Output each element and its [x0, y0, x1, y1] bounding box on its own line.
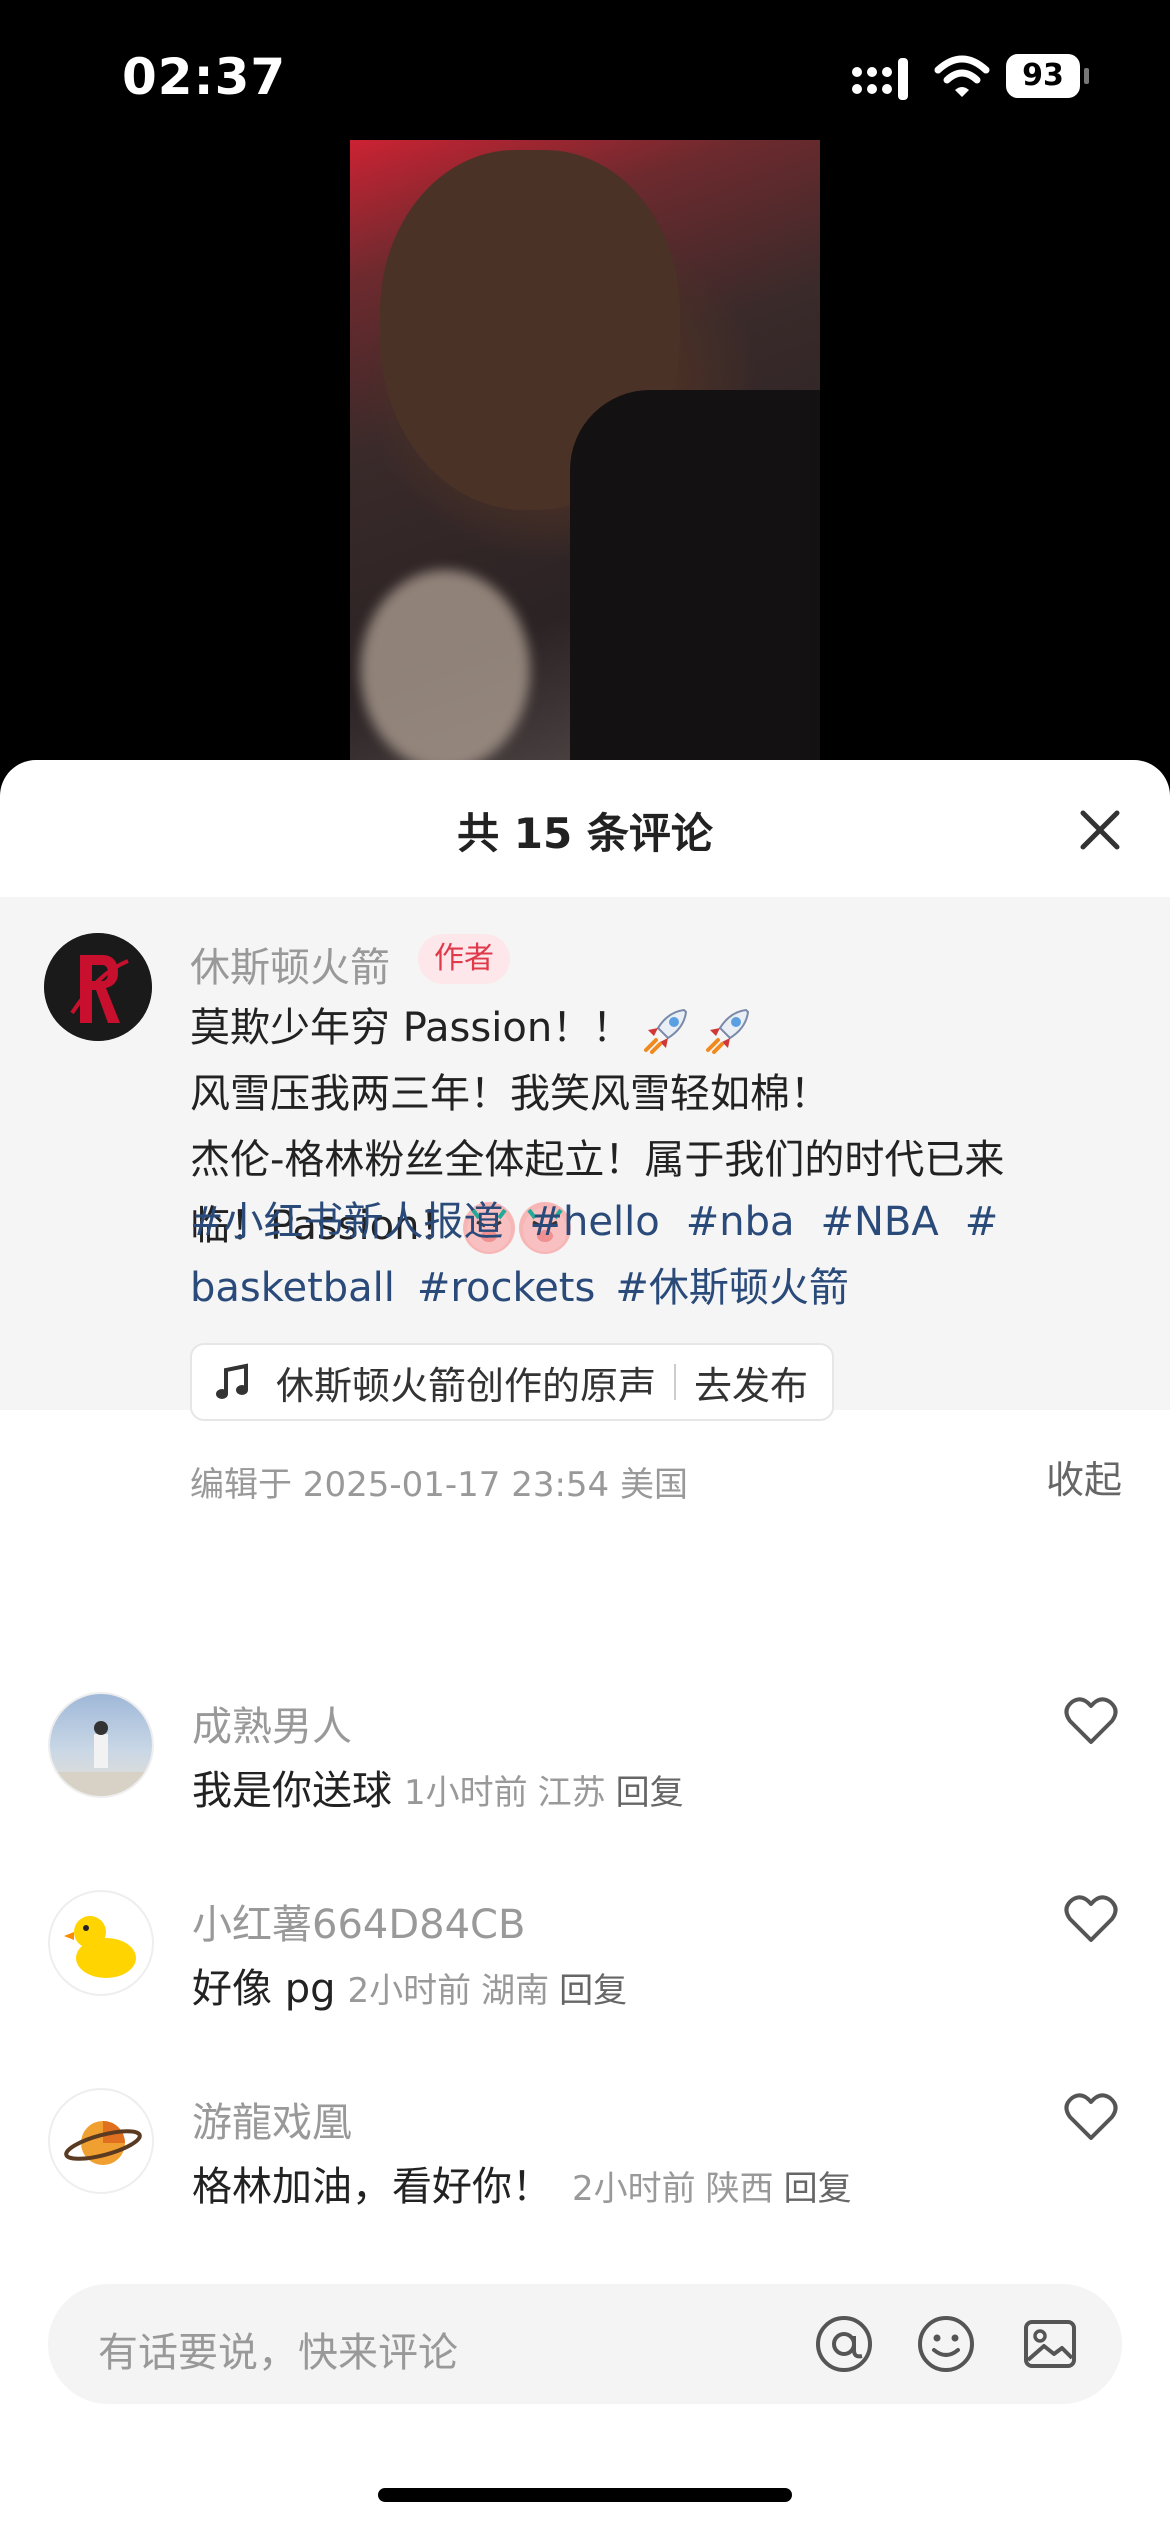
avatar-image: [50, 1721, 152, 1796]
comment-text: 我是你送球 1小时前 江苏 回复: [192, 1758, 684, 1816]
chip-divider: [674, 1364, 677, 1400]
wifi-icon: [934, 55, 990, 97]
comment-time: 1小时前: [404, 1773, 528, 1813]
hashtag-link[interactable]: #NBA: [820, 1199, 938, 1245]
hashtag-link[interactable]: #小红书新人报道: [190, 1199, 504, 1245]
post-line-1: 莫欺少年穷 Passion！！: [190, 1005, 633, 1051]
comment-body: 好像 pg: [192, 1966, 336, 2012]
comment-input-bar[interactable]: 有话要说，快来评论: [48, 2284, 1122, 2404]
comment-time: 2小时前: [347, 1971, 472, 2011]
author-avatar[interactable]: [44, 933, 152, 1041]
comment-body: 我是你送球: [192, 1768, 392, 1814]
music-note-icon: [216, 1363, 248, 1399]
commenter-name[interactable]: 成熟男人: [192, 1694, 352, 1752]
edit-timestamp: 编辑于 2025-01-17 23:54 美国: [190, 1465, 688, 1505]
comment-time: 2小时前: [572, 2169, 696, 2209]
comment-location: 陕西: [705, 2169, 774, 2209]
author-name[interactable]: 休斯顿火箭: [190, 935, 390, 993]
author-post: 休斯顿火箭 作者 莫欺少年穷 Passion！！ 风雪压我两三年！我笑风雪轻如棉…: [0, 897, 1170, 1505]
video-background-figure: [360, 570, 530, 760]
hashtag-link[interactable]: basketball: [190, 1265, 395, 1311]
reply-button[interactable]: 回复: [784, 2169, 852, 2209]
hashtag-link[interactable]: #nba: [686, 1199, 795, 1245]
commenter-name[interactable]: 游龍戏凰: [192, 2090, 352, 2148]
author-badge: 作者: [418, 934, 510, 984]
cellular-signal-icon: [852, 58, 908, 100]
hashtag-link[interactable]: #rockets: [417, 1265, 595, 1311]
at-icon[interactable]: [812, 2312, 876, 2376]
hashtag-link[interactable]: #休斯顿火箭: [615, 1265, 849, 1311]
hashtag-link[interactable]: #hello: [530, 1199, 660, 1245]
hashtag-link[interactable]: #: [965, 1199, 999, 1245]
rockets-logo-icon: [44, 933, 152, 1041]
original-sound-label: 休斯顿火箭创作的原声: [276, 1363, 657, 1408]
original-sound-chip[interactable]: 休斯顿火箭创作的原声 去发布: [190, 1343, 835, 1421]
collapse-button[interactable]: 收起: [1046, 1449, 1122, 1504]
heart-icon[interactable]: [1064, 2092, 1118, 2142]
comment-text: 格林加油，看好你！ 2小时前 陕西 回复: [192, 2154, 852, 2212]
video-preview[interactable]: [350, 140, 820, 760]
battery-level: 93: [1006, 54, 1080, 98]
comment-input-placeholder[interactable]: 有话要说，快来评论: [98, 2320, 458, 2378]
video-subject-jersey: [570, 390, 820, 760]
comment-location: 江苏: [537, 1773, 606, 1813]
battery-indicator: 93: [1006, 54, 1089, 98]
avatar[interactable]: [48, 1692, 154, 1798]
comment-item: 游龍戏凰 格林加油，看好你！ 2小时前 陕西 回复: [0, 2088, 1170, 2268]
hashtag-list: #小红书新人报道 #hello #nba #NBA # basketball #rocket…: [190, 1189, 1090, 1321]
battery-tip: [1084, 68, 1089, 84]
status-time: 02:37: [122, 48, 287, 106]
comment-text: 好像 pg 2小时前 湖南 回复: [192, 1956, 627, 2014]
close-icon[interactable]: [1075, 805, 1125, 855]
post-line: 莫欺少年穷 Passion！！: [190, 995, 1120, 1061]
avatar[interactable]: [48, 2088, 154, 2194]
publish-sound-button[interactable]: 去发布: [694, 1355, 808, 1410]
comments-sheet: 共 15 条评论 休斯顿火箭 作者 莫欺少年穷 Passion！！ 风雪压我两三…: [0, 760, 1170, 2532]
heart-icon[interactable]: [1064, 1696, 1118, 1746]
status-bar: 02:37 93: [0, 0, 1170, 140]
image-icon[interactable]: [1018, 2312, 1082, 2376]
smile-icon[interactable]: [914, 2312, 978, 2376]
post-line-3: 杰伦-格林粉丝全体起立！属于我们的时代已来: [190, 1137, 1005, 1183]
reply-button[interactable]: 回复: [616, 1773, 684, 1813]
rocket-emoji: [706, 1008, 750, 1054]
duck-avatar-icon: [64, 1916, 136, 1978]
heart-icon[interactable]: [1064, 1894, 1118, 1944]
comments-count-title: 共 15 条评论: [457, 809, 713, 858]
comment-location: 湖南: [481, 1971, 550, 2011]
avatar[interactable]: [48, 1890, 154, 1996]
comment-body: 格林加油，看好你！: [192, 2164, 552, 2210]
comment-item: 成熟男人 我是你送球 1小时前 江苏 回复: [0, 1692, 1170, 1872]
comment-item: 小红薯664D84CB 好像 pg 2小时前 湖南 回复: [0, 1890, 1170, 2070]
home-indicator[interactable]: [378, 2488, 792, 2502]
rocket-emoji: [644, 1008, 688, 1054]
post-line-2: 风雪压我两三年！我笑风雪轻如棉！: [190, 1071, 830, 1117]
reply-button[interactable]: 回复: [559, 1971, 627, 2011]
commenter-name[interactable]: 小红薯664D84CB: [192, 1892, 525, 1950]
planet-avatar-icon: [64, 2121, 142, 2165]
